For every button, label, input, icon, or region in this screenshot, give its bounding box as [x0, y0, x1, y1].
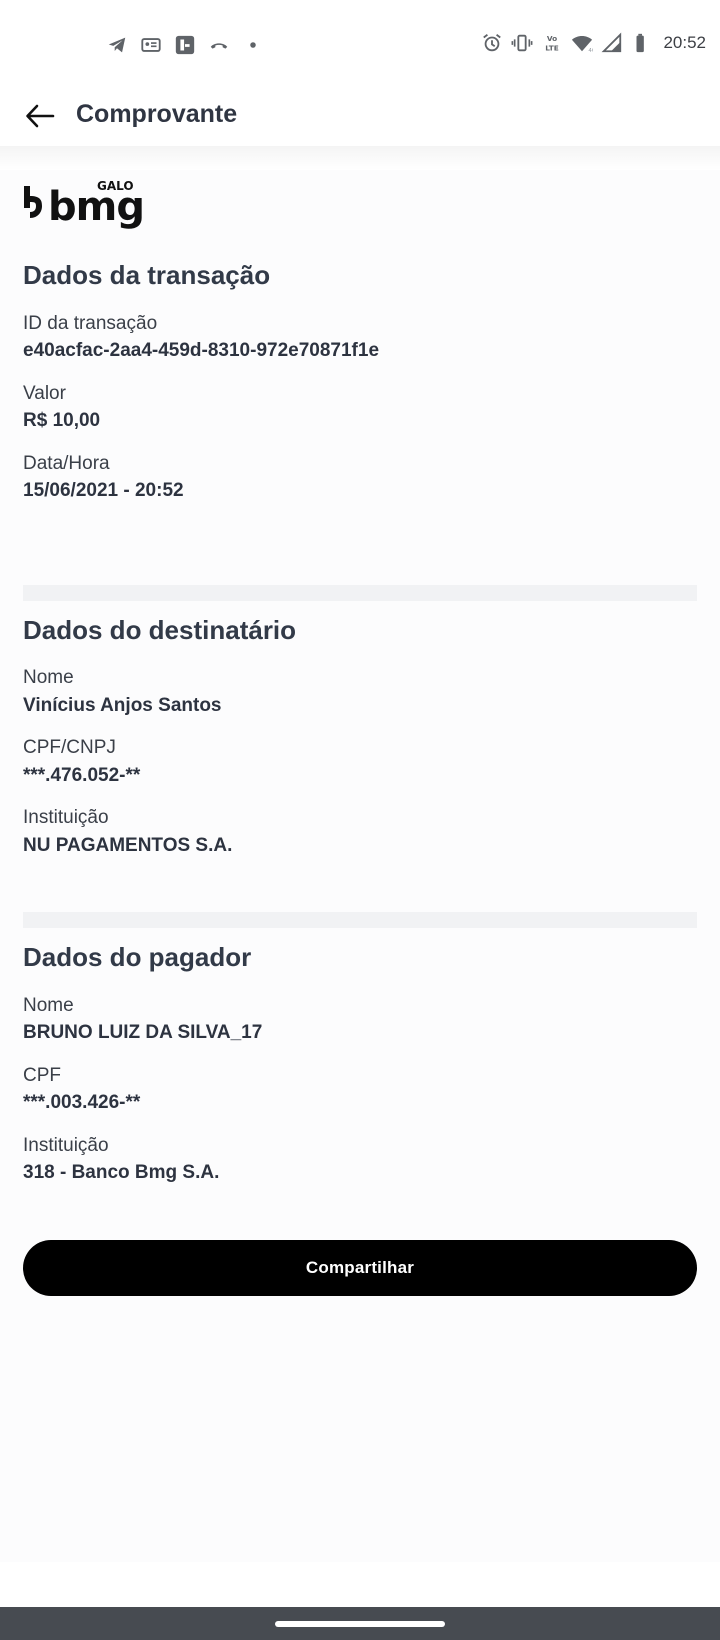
recipient-institution-value: NU PAGAMENTOS S.A.: [23, 835, 233, 856]
recipient-institution-label: Instituição: [23, 807, 109, 828]
status-bar: Vo LTE 4G 20:52: [0, 0, 720, 90]
payer-section-title: Dados do pagador: [23, 942, 252, 972]
navigation-bar: [0, 1607, 720, 1640]
back-button[interactable]: [20, 96, 60, 136]
battery-icon: [636, 33, 645, 53]
recipient-doc-label: CPF/CNPJ: [23, 737, 116, 758]
recipient-name-value: Vinícius Anjos Santos: [23, 695, 222, 716]
notification-icons: [106, 34, 264, 56]
telegram-icon: [108, 37, 126, 53]
wifi-icon: 4G: [572, 36, 594, 54]
arrow-left-icon: [26, 104, 55, 128]
datetime-value: 15/06/2021 - 20:52: [23, 480, 184, 501]
payer-name-label: Nome: [23, 995, 74, 1016]
svg-text:LTE: LTE: [546, 43, 559, 52]
bottom-area: [0, 1562, 720, 1607]
datetime-label: Data/Hora: [23, 453, 110, 474]
signal-icon: [601, 32, 622, 53]
payer-name-value: BRUNO LUIZ DA SILVA_17: [23, 1022, 263, 1043]
payer-institution-label: Instituição: [23, 1135, 109, 1156]
svg-text:4G: 4G: [589, 48, 594, 54]
vibrate-icon: [512, 34, 533, 52]
section-divider: [23, 912, 697, 928]
section-divider: [23, 585, 697, 601]
share-button[interactable]: Compartilhar: [23, 1240, 697, 1296]
app-bar: Comprovante: [0, 90, 720, 146]
system-icons: Vo LTE 4G 20:52: [481, 32, 706, 54]
payer-doc-value: ***.003.426-**: [23, 1092, 141, 1113]
clock: 20:52: [663, 33, 706, 52]
payer-doc-label: CPF: [23, 1065, 61, 1086]
receipt-content: bmg GALO Dados da transação ID da transa…: [0, 170, 720, 1562]
id-card-icon: [141, 38, 161, 52]
app-bar-shadow: [0, 146, 720, 170]
home-gesture-handle[interactable]: [275, 1621, 445, 1627]
app-badge-icon: [175, 35, 195, 55]
recipient-name-label: Nome: [23, 667, 74, 688]
payer-institution-value: 318 - Banco Bmg S.A.: [23, 1162, 220, 1183]
amount-value: R$ 10,00: [23, 410, 101, 431]
transaction-section-title: Dados da transação: [23, 260, 271, 290]
amount-label: Valor: [23, 383, 66, 404]
svg-text:GALO: GALO: [97, 179, 134, 193]
bmg-logo: bmg GALO: [24, 179, 145, 230]
transaction-id-label: ID da transação: [23, 313, 158, 334]
volte-icon: Vo LTE: [546, 34, 559, 52]
missed-call-icon: [210, 43, 228, 49]
svg-text:Vo: Vo: [547, 34, 557, 43]
page-title: Comprovante: [76, 100, 238, 128]
alarm-icon: [483, 34, 502, 52]
dot-icon: [250, 42, 256, 48]
transaction-id-value: e40acfac-2aa4-459d-8310-972e70871f1e: [23, 340, 380, 361]
recipient-doc-value: ***.476.052-**: [23, 765, 141, 786]
share-button-label: Compartilhar: [305, 1258, 415, 1277]
recipient-section-title: Dados do destinatário: [23, 615, 297, 645]
